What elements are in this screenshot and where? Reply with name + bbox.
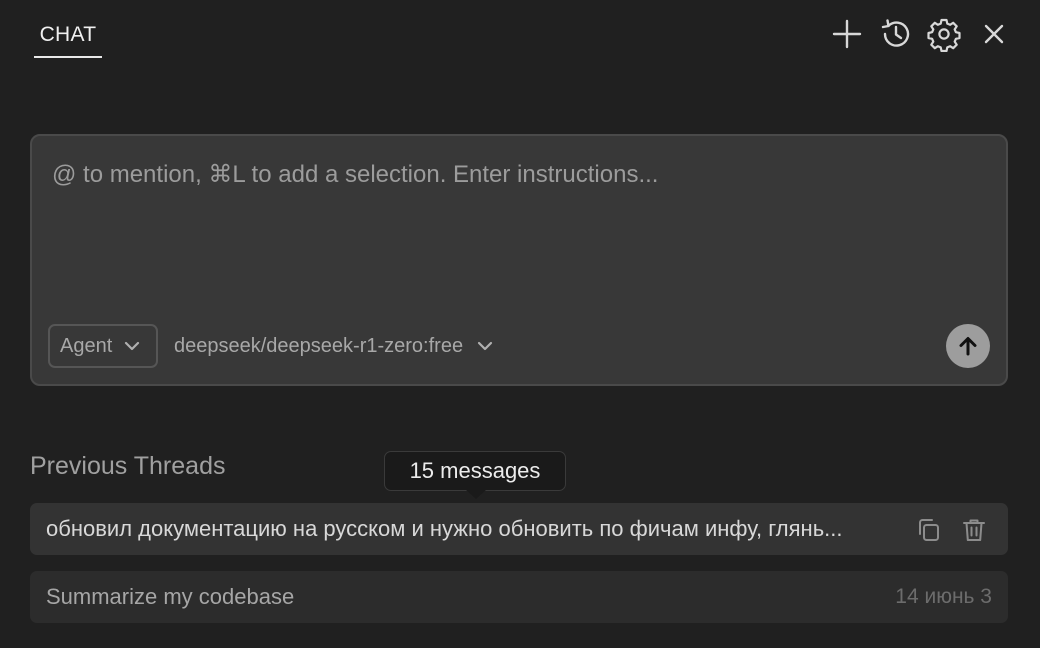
copy-icon[interactable] <box>914 515 944 545</box>
history-icon[interactable] <box>878 16 914 52</box>
send-button[interactable] <box>946 324 990 368</box>
trash-icon[interactable] <box>959 515 989 545</box>
tab-chat[interactable]: CHAT <box>34 20 102 58</box>
mode-dropdown[interactable]: Agent <box>48 324 158 368</box>
thread-row[interactable]: обновил документацию на русском и нужно … <box>30 503 1008 555</box>
thread-row[interactable]: Summarize my codebase 14 июнь 3 <box>30 571 1008 623</box>
thread-date: 14 июнь 3 <box>895 585 992 608</box>
model-dropdown[interactable]: deepseek/deepseek-r1-zero:free <box>174 324 495 368</box>
thread-title: обновил документацию на русском и нужно … <box>46 516 843 541</box>
chevron-down-icon <box>477 341 493 351</box>
previous-threads-heading: Previous Threads <box>30 452 226 480</box>
chat-header: CHAT <box>0 0 1040 70</box>
composer: Agent deepseek/deepseek-r1-zero:free <box>30 134 1008 386</box>
arrow-up-icon <box>959 337 977 356</box>
plus-icon[interactable] <box>829 16 865 52</box>
message-count-tooltip: 15 messages <box>384 451 566 491</box>
close-icon[interactable] <box>976 16 1012 52</box>
gear-icon[interactable] <box>926 16 962 52</box>
model-label: deepseek/deepseek-r1-zero:free <box>174 334 464 357</box>
thread-title: Summarize my codebase <box>46 584 295 609</box>
instructions-input[interactable] <box>52 160 982 310</box>
chevron-down-icon <box>125 341 140 351</box>
tooltip-arrow <box>466 490 486 499</box>
mode-label: Agent <box>60 334 113 357</box>
